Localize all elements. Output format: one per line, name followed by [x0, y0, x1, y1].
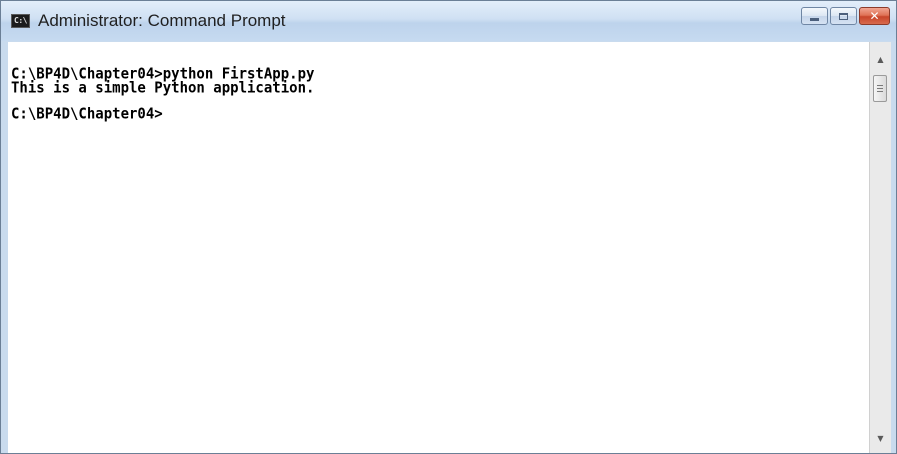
- command-prompt-window: C:\ Administrator: Command Prompt ✕ C:\B…: [0, 0, 897, 454]
- minimize-button[interactable]: [801, 7, 828, 25]
- grip-icon: [877, 85, 883, 92]
- caption-buttons: ✕: [801, 7, 890, 25]
- minimize-icon: [810, 17, 819, 21]
- console-output[interactable]: C:\BP4D\Chapter04>python FirstApp.py Thi…: [8, 42, 869, 453]
- window-title: Administrator: Command Prompt: [38, 11, 286, 30]
- vertical-scrollbar[interactable]: ▲ ▼: [869, 42, 891, 453]
- maximize-icon: [839, 12, 848, 20]
- scroll-down-arrow-icon[interactable]: ▼: [870, 429, 891, 449]
- console-line-output: This is a simple Python application.: [11, 79, 315, 97]
- scroll-up-arrow-icon[interactable]: ▲: [870, 50, 891, 70]
- maximize-button[interactable]: [830, 7, 857, 25]
- console-line-prompt: C:\BP4D\Chapter04>: [11, 105, 163, 123]
- close-button[interactable]: ✕: [859, 7, 890, 25]
- title-bar[interactable]: C:\ Administrator: Command Prompt ✕: [1, 1, 896, 41]
- close-icon: ✕: [869, 9, 880, 23]
- cmd-icon[interactable]: C:\: [11, 14, 30, 28]
- scroll-thumb[interactable]: [873, 75, 887, 102]
